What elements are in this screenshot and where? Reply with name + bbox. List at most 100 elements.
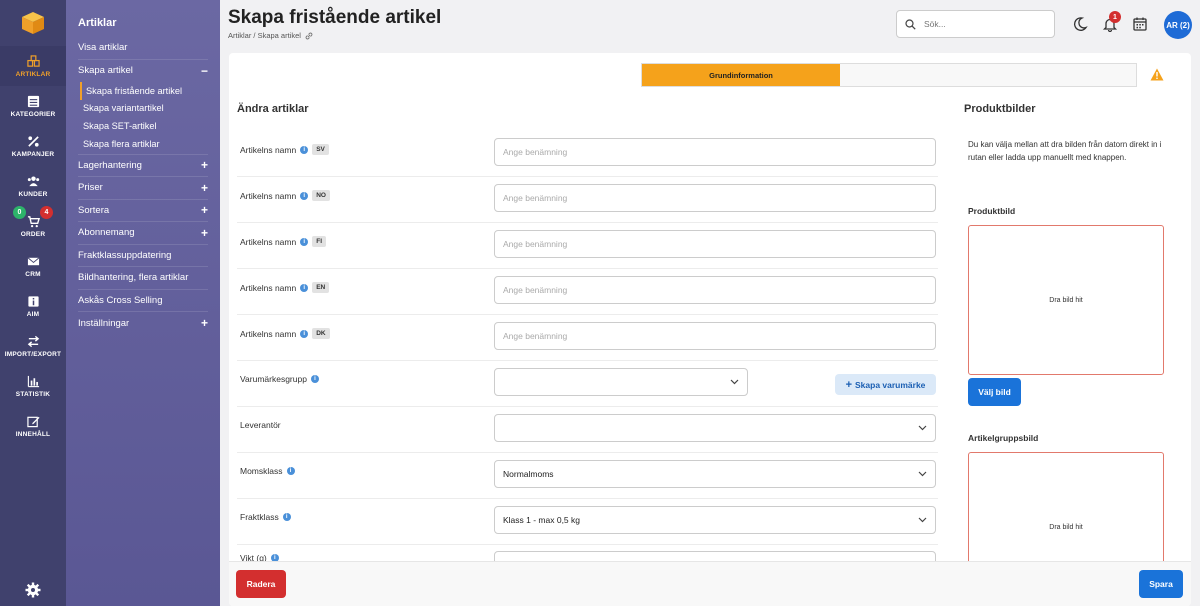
menu-item-lagerhantering[interactable]: Lagerhantering + bbox=[78, 155, 208, 177]
rail-label: KATEGORIER bbox=[10, 110, 56, 118]
rail-item-innehall[interactable]: INNEHÅLL bbox=[0, 406, 66, 446]
rail-item-statistik[interactable]: STATISTIK bbox=[0, 366, 66, 406]
name-field-en[interactable] bbox=[494, 276, 936, 304]
brand-group-select[interactable] bbox=[494, 368, 748, 396]
name-input-dk[interactable] bbox=[503, 331, 935, 341]
choose-image-button[interactable]: Välj bild bbox=[968, 378, 1021, 406]
breadcrumb-text[interactable]: Artiklar / Skapa artikel bbox=[228, 31, 301, 40]
field-label-text: Artikelns namn bbox=[240, 282, 297, 293]
form-row-name-no: Artikelns namn i NO bbox=[237, 177, 938, 223]
user-avatar[interactable]: AR (2) bbox=[1164, 11, 1192, 39]
info-icon[interactable]: i bbox=[300, 191, 309, 200]
create-brand-button[interactable]: + Skapa varumärke bbox=[835, 374, 936, 395]
secondary-menu: Artiklar Visa artiklar Skapa artikel − Sk… bbox=[66, 0, 220, 606]
expand-icon[interactable]: + bbox=[201, 226, 208, 240]
menu-item-skapa-artikel[interactable]: Skapa artikel − bbox=[78, 60, 208, 83]
language-badge: FI bbox=[312, 236, 326, 247]
collapse-icon[interactable]: − bbox=[201, 64, 208, 78]
rail-item-import-export[interactable]: IMPORT/EXPORT bbox=[0, 326, 66, 366]
menu-item-cross-selling[interactable]: Askås Cross Selling bbox=[78, 290, 208, 312]
submenu-skapa-set-artikel[interactable]: Skapa SET-artikel bbox=[78, 117, 208, 135]
freight-select[interactable]: Klass 1 - max 0,5 kg bbox=[494, 506, 936, 534]
info-icon[interactable]: i bbox=[300, 329, 309, 338]
name-field-sv[interactable] bbox=[494, 138, 936, 166]
menu-item-fraktklassuppdatering[interactable]: Fraktklassuppdatering bbox=[78, 245, 208, 267]
info-icon[interactable]: i bbox=[282, 513, 291, 521]
menu-item-label: Bildhantering, flera artiklar bbox=[78, 272, 189, 284]
name-input-sv[interactable] bbox=[503, 147, 935, 157]
info-icon[interactable]: i bbox=[286, 467, 295, 475]
chevron-down-icon bbox=[918, 517, 927, 523]
info-icon[interactable]: i bbox=[300, 145, 309, 154]
rail-label: ORDER bbox=[20, 230, 46, 238]
logo[interactable] bbox=[0, 0, 66, 46]
form-row-vat: Momsklass i Normalmoms bbox=[237, 453, 938, 499]
name-field-dk[interactable] bbox=[494, 322, 936, 350]
search-box[interactable] bbox=[896, 10, 1055, 38]
name-input-fi[interactable] bbox=[503, 239, 935, 249]
menu-item-sortera[interactable]: Sortera + bbox=[78, 200, 208, 222]
form-row-freight: Fraktklass i Klass 1 - max 0,5 kg bbox=[237, 499, 938, 545]
name-field-fi[interactable] bbox=[494, 230, 936, 258]
settings-gear-icon[interactable] bbox=[25, 582, 41, 598]
submenu-skapa-fristaende-artikel[interactable]: Skapa fristående artikel bbox=[80, 82, 208, 100]
rail-label: INNEHÅLL bbox=[15, 430, 51, 438]
name-field-no[interactable] bbox=[494, 184, 936, 212]
field-label-text: Momsklass bbox=[240, 466, 283, 476]
link-icon[interactable] bbox=[305, 32, 313, 40]
save-button[interactable]: Spara bbox=[1139, 570, 1183, 598]
rail-item-kunder[interactable]: KUNDER bbox=[0, 166, 66, 206]
search-input[interactable] bbox=[924, 19, 1034, 29]
submenu-skapa-flera-artiklar[interactable]: Skapa flera artiklar bbox=[78, 135, 208, 155]
delete-button[interactable]: Radera bbox=[236, 570, 286, 598]
tab-grundinformation[interactable]: Grundinformation bbox=[642, 64, 840, 86]
rail-label: STATISTIK bbox=[15, 390, 51, 398]
menu-item-bildhantering[interactable]: Bildhantering, flera artiklar bbox=[78, 267, 208, 290]
menu-item-abonnemang[interactable]: Abonnemang + bbox=[78, 222, 208, 245]
field-label: Artikelns namn i DK bbox=[240, 328, 330, 339]
rail-item-crm[interactable]: CRM bbox=[0, 246, 66, 286]
menu-item-label: Priser bbox=[78, 182, 103, 194]
name-input-en[interactable] bbox=[503, 285, 935, 295]
rail-label: ARTIKLAR bbox=[15, 70, 51, 78]
chevron-down-icon bbox=[730, 379, 739, 385]
rail-item-artiklar[interactable]: ARTIKLAR bbox=[0, 46, 66, 86]
rail-label: KUNDER bbox=[18, 190, 48, 198]
field-label-text: Varumärkesgrupp bbox=[240, 374, 307, 384]
edit-icon bbox=[26, 416, 40, 427]
info-icon[interactable]: i bbox=[300, 237, 309, 246]
supplier-select[interactable] bbox=[494, 414, 936, 442]
rail-item-kategorier[interactable]: KATEGORIER bbox=[0, 86, 66, 126]
name-input-no[interactable] bbox=[503, 193, 935, 203]
menu-item-label: Sortera bbox=[78, 204, 110, 216]
menu-item-label: Abonnemang bbox=[78, 227, 135, 239]
rail-label: AIM bbox=[26, 310, 40, 318]
vat-select[interactable]: Normalmoms bbox=[494, 460, 936, 488]
info-icon[interactable]: i bbox=[310, 375, 319, 383]
expand-icon[interactable]: + bbox=[201, 181, 208, 195]
rail-item-aim[interactable]: AIM bbox=[0, 286, 66, 326]
product-image-dropzone[interactable]: Dra bild hit bbox=[968, 225, 1164, 375]
submenu-skapa-variantartikel[interactable]: Skapa variantartikel bbox=[78, 100, 208, 118]
menu-item-installningar[interactable]: Inställningar + bbox=[78, 312, 208, 335]
box-logo-icon bbox=[22, 12, 44, 34]
dark-mode-moon-icon[interactable] bbox=[1072, 16, 1088, 32]
menu-item-visa-artiklar[interactable]: Visa artiklar bbox=[78, 37, 208, 60]
chevron-down-icon bbox=[918, 425, 927, 431]
language-badge: SV bbox=[312, 144, 329, 155]
expand-icon[interactable]: + bbox=[201, 203, 208, 217]
dropzone-text: Dra bild hit bbox=[1049, 296, 1083, 304]
calendar-icon[interactable] bbox=[1132, 16, 1148, 32]
expand-icon[interactable]: + bbox=[201, 316, 208, 330]
rail-item-order[interactable]: 0 4 ORDER bbox=[0, 206, 66, 246]
dropzone-text: Dra bild hit bbox=[1049, 523, 1083, 531]
info-icon[interactable]: i bbox=[300, 283, 309, 292]
expand-icon[interactable]: + bbox=[201, 158, 208, 172]
images-help-text: Du kan välja mellan att dra bilden från … bbox=[968, 140, 1162, 162]
warning-icon[interactable] bbox=[1150, 68, 1164, 81]
menu-item-priser[interactable]: Priser + bbox=[78, 177, 208, 200]
users-icon bbox=[27, 175, 39, 186]
rail-item-kampanjer[interactable]: KAMPANJER bbox=[0, 126, 66, 166]
order-badge-red: 4 bbox=[40, 206, 53, 219]
menu-item-label: Visa artiklar bbox=[78, 42, 128, 54]
